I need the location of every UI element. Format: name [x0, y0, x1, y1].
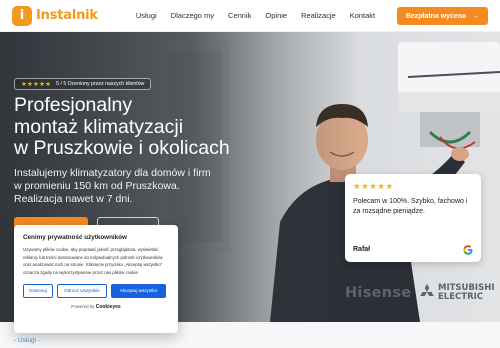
hero-title-line: Profesjonalny [14, 94, 133, 116]
nav-item-cennik[interactable]: Cennik [228, 11, 251, 20]
review-author: Rafał [353, 246, 371, 253]
google-icon [463, 245, 473, 255]
nav-item-opinie[interactable]: Opinie [265, 11, 287, 20]
nav-item-uslugi[interactable]: Usługi [136, 11, 157, 20]
nav-item-dlaczego-my[interactable]: Dlaczego my [171, 11, 214, 20]
review-text: Polecam w 100%. Szybko, fachowo i za roz… [353, 198, 468, 215]
site-header: i Instalnik Usługi Dlaczego my Cennik Op… [0, 0, 500, 32]
mitsubishi-diamonds-icon [420, 283, 434, 297]
hisense-logo: Hisense [345, 285, 412, 301]
review-card: ★★★★★ Polecam w 100%. Szybko, fachowo i … [345, 174, 481, 262]
cookie-accept-all-button[interactable]: Akceptuj wszystko [111, 283, 166, 298]
hero-subtitle-line: w promieniu 150 km od Pruszkowa. [14, 180, 180, 192]
powered-by-prefix: Powered by [71, 303, 95, 309]
logo-mark-icon: i [12, 5, 32, 26]
hero-title-line: w Pruszkowie i okolicach [14, 137, 230, 159]
nav-item-kontakt[interactable]: Kontakt [350, 11, 375, 20]
mitsubishi-line2: ELECTRIC [438, 292, 484, 302]
cookie-consent-banner: Cenimy prywatność użytkowników Używamy p… [14, 225, 178, 333]
review-stars-icon: ★★★★★ [353, 181, 394, 191]
logo-text: Instalnik [36, 8, 98, 23]
section-label: - Usługi - [14, 337, 41, 344]
arrow-right-icon: → [472, 12, 479, 20]
nav-item-realizacje[interactable]: Realizacje [301, 11, 336, 20]
rating-badge: ★★★★★ 5 / 5 Oceniony przez naszych klien… [14, 78, 152, 90]
mitsubishi-logo: MITSUBISHI ELECTRIC [438, 284, 494, 302]
brand-logos: Hisense MITSUBISHI ELECTRIC [185, 280, 500, 322]
hero-subtitle-line: Instalujemy klimatyzatory dla domów i fi… [14, 167, 211, 179]
cookie-description: Używamy plików cookie, aby poprawić jako… [23, 247, 163, 276]
cookie-customize-button[interactable]: Dostosuj [23, 283, 53, 298]
logo[interactable]: i Instalnik [12, 5, 98, 26]
cookieyes-logo[interactable]: Cookieyes [96, 304, 121, 310]
main-nav: Usługi Dlaczego my Cennik Opinie Realiza… [136, 11, 375, 20]
cookie-buttons: Dostosuj Odrzuć wszystkie Akceptuj wszys… [23, 283, 169, 298]
rating-stars-icon: ★★★★★ [21, 81, 52, 88]
cookie-title: Cenimy prywatność użytkowników [23, 234, 127, 241]
free-quote-button[interactable]: Bezpłatna wycena → [396, 7, 488, 25]
hero-subtitle-line: Realizacja nawet w 7 dni. [14, 193, 133, 205]
cookie-reject-all-button[interactable]: Odrzuć wszystkie [57, 283, 107, 298]
cookie-powered-by: Powered by Cookieyes [23, 304, 169, 310]
hero-subtitle: Instalujemy klimatyzatory dla domów i fi… [14, 167, 214, 206]
free-quote-label: Bezpłatna wycena [405, 12, 466, 20]
hero-title: Profesjonalny montaż klimatyzacji w Prus… [14, 94, 254, 160]
hero-title-line: montaż klimatyzacji [14, 115, 184, 138]
rating-text: 5 / 5 Oceniony przez naszych klientów [56, 81, 145, 87]
